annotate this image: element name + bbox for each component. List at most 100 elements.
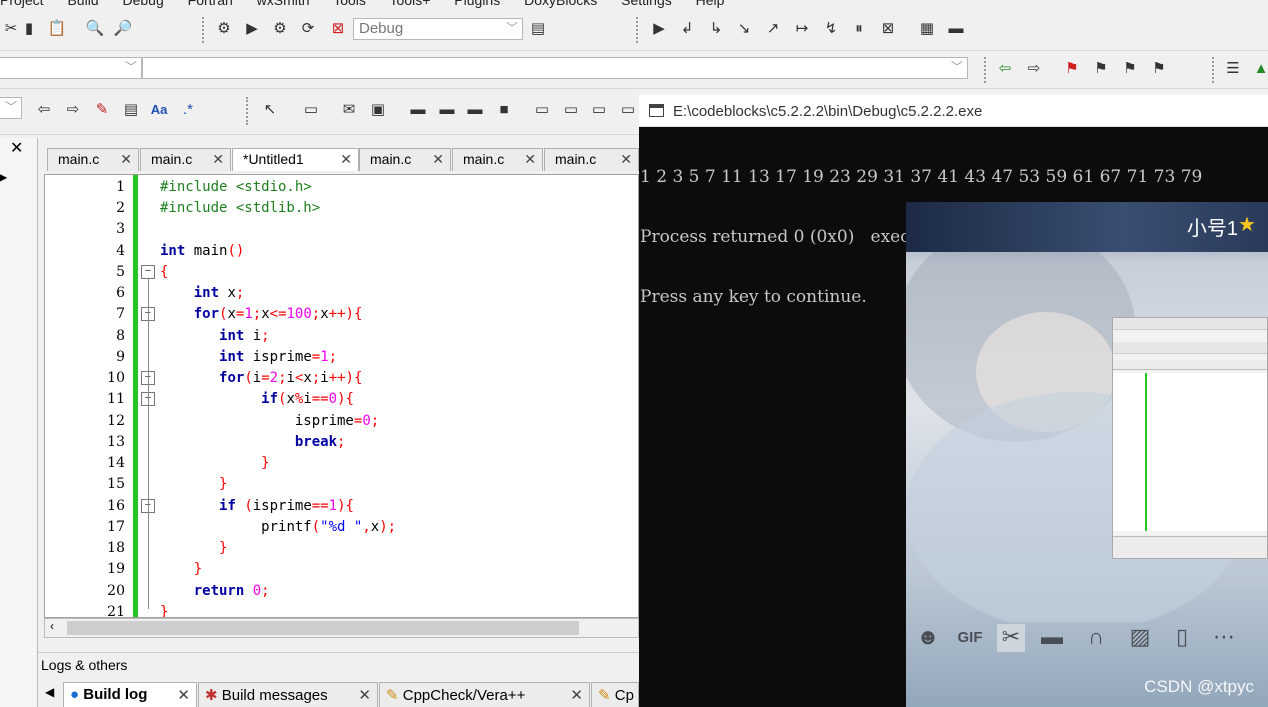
misc-select[interactable]: ﹀ <box>0 97 22 119</box>
tab-main-c-4[interactable]: main.c ✕ <box>452 148 543 171</box>
more-icon[interactable]: ⋯ <box>1210 624 1238 652</box>
tab-build-log[interactable]: ● Build log ✕ <box>63 682 197 707</box>
pause-icon[interactable]: ⏸ <box>848 17 870 39</box>
paste-icon[interactable]: 📋 <box>46 17 68 39</box>
gif-icon[interactable]: GIF <box>956 629 984 657</box>
target-options-icon[interactable]: ▤ <box>527 17 549 39</box>
editor-horizontal-scrollbar[interactable]: ‹ <box>44 618 639 638</box>
scroll-left-icon[interactable]: ‹ <box>50 619 54 633</box>
clear-bookmarks-icon[interactable]: ⚑ <box>1148 57 1170 79</box>
stack-icon[interactable]: ☰ <box>1222 57 1244 79</box>
shape-a-icon[interactable]: ▭ <box>531 98 553 120</box>
menu-tools-plus[interactable]: Tools+ <box>390 0 431 8</box>
block-c-icon[interactable]: ▬ <box>464 98 486 120</box>
plugin-icon[interactable]: ▲ <box>1250 57 1268 79</box>
step-out-icon[interactable]: ↗ <box>762 17 784 39</box>
prev-bookmark-icon[interactable]: ⚑ <box>1090 57 1112 79</box>
scissors-icon[interactable]: ✂ <box>997 624 1025 652</box>
smile-icon[interactable]: ☻ <box>914 624 942 652</box>
fold-marker[interactable]: − <box>141 265 155 279</box>
run-icon[interactable]: ▶ <box>241 17 263 39</box>
back-arrow-icon[interactable]: ⇦ <box>994 57 1016 79</box>
tab-untitled1[interactable]: *Untitled1 ✕ <box>232 148 359 171</box>
close-icon[interactable]: ✕ <box>177 686 190 704</box>
next-instruction-icon[interactable]: ↦ <box>791 17 813 39</box>
tab-cp[interactable]: ✎ Cp <box>591 682 639 707</box>
scrollbar-thumb[interactable] <box>67 621 579 635</box>
rectangle-icon[interactable]: ▭ <box>300 98 322 120</box>
match-case-icon[interactable]: Aa <box>148 98 170 120</box>
image-icon[interactable]: ▨ <box>1126 624 1154 652</box>
highlight-pen-icon[interactable]: ✎ <box>91 98 113 120</box>
menu-doxyblocks[interactable]: DoxyBlocks <box>524 0 597 8</box>
abort-icon[interactable]: ⊠ <box>327 17 349 39</box>
block-a-icon[interactable]: ▬ <box>407 98 429 120</box>
tab-scroll-left-icon[interactable]: ◀ <box>45 685 54 699</box>
toolbar-grip[interactable] <box>984 57 989 83</box>
shape-c-icon[interactable]: ▭ <box>588 98 610 120</box>
close-icon[interactable]: ✕ <box>212 151 224 168</box>
menu-debug[interactable]: Debug <box>123 0 164 8</box>
shape-d-icon[interactable]: ▭ <box>617 98 639 120</box>
console-window-titlebar[interactable]: E:\codeblocks\c5.2.2.2\bin\Debug\c5.2.2.… <box>639 95 1268 127</box>
shape-b-icon[interactable]: ▭ <box>560 98 582 120</box>
close-icon[interactable]: ✕ <box>432 151 444 168</box>
rebuild-icon[interactable]: ⟳ <box>297 17 319 39</box>
pointer-icon[interactable]: ↖ <box>259 98 281 120</box>
select-text-icon[interactable]: ▤ <box>120 98 142 120</box>
debug-run-icon[interactable]: ▶ <box>648 17 670 39</box>
debug-info-icon[interactable]: ▬ <box>945 17 967 39</box>
redo-arrow-icon[interactable]: ⇨ <box>62 98 84 120</box>
menu-settings[interactable]: Settings <box>621 0 672 8</box>
note-icon[interactable]: ▣ <box>367 98 389 120</box>
build-target-select[interactable]: Debug ﹀ <box>353 18 523 40</box>
menu-fortran[interactable]: Fortran <box>188 0 233 8</box>
next-bookmark-icon[interactable]: ⚑ <box>1119 57 1141 79</box>
block-b-icon[interactable]: ▬ <box>436 98 458 120</box>
scope-select[interactable]: ﹀ <box>0 57 142 79</box>
pane-tab-arrow-icon[interactable]: ▶ <box>0 170 7 184</box>
toolbar-grip[interactable] <box>202 17 207 43</box>
menu-tools[interactable]: Tools <box>333 0 366 8</box>
build-gear-icon[interactable]: ⚙ <box>213 17 235 39</box>
regex-icon[interactable]: .* <box>177 98 199 120</box>
close-icon[interactable]: ✕ <box>620 151 632 168</box>
mail-icon[interactable]: ✉ <box>338 98 360 120</box>
code-editor[interactable]: 1 2 3 4 5 6 7 8 9 10 11 12 13 14 15 16 1… <box>44 174 639 618</box>
close-icon[interactable]: ✕ <box>120 151 132 168</box>
close-icon[interactable]: ✕ <box>524 151 536 168</box>
forward-arrow-icon[interactable]: ⇨ <box>1023 57 1045 79</box>
bookmark-flag-icon[interactable]: ⚑ <box>1061 57 1083 79</box>
step-instruction-icon[interactable]: ↯ <box>820 17 842 39</box>
tab-main-c-1[interactable]: main.c ✕ <box>47 148 139 171</box>
tab-cppcheck-vera[interactable]: ✎ CppCheck/Vera++ ✕ <box>379 682 590 707</box>
function-select[interactable]: ﹀ <box>142 57 968 79</box>
copy-icon[interactable]: ▮ <box>18 17 40 39</box>
screenshot-thumbnail[interactable] <box>1112 317 1268 559</box>
run-to-cursor-icon[interactable]: ↲ <box>676 17 698 39</box>
headphones-icon[interactable]: ∩ <box>1082 624 1110 652</box>
screen-icon[interactable]: ▯ <box>1168 624 1196 652</box>
menu-wxsmith[interactable]: wxSmith <box>257 0 310 8</box>
debug-windows-icon[interactable]: ▦ <box>916 17 938 39</box>
toolbar-grip[interactable] <box>636 17 641 43</box>
replace-icon[interactable]: 🔎 <box>112 17 134 39</box>
tab-main-c-5[interactable]: main.c ✕ <box>544 148 639 171</box>
tab-build-messages[interactable]: ✱ Build messages ✕ <box>198 682 378 707</box>
close-icon[interactable]: ✕ <box>570 686 583 704</box>
menu-project[interactable]: Project <box>0 0 44 8</box>
next-line-icon[interactable]: ↳ <box>705 17 727 39</box>
close-icon[interactable]: ✕ <box>340 151 352 168</box>
tab-main-c-3[interactable]: main.c ✕ <box>359 148 451 171</box>
block-d-icon[interactable]: ■ <box>493 98 515 120</box>
build-run-icon[interactable]: ⚙ <box>269 17 291 39</box>
menu-plugins[interactable]: Plugins <box>454 0 500 8</box>
star-icon[interactable]: ★ <box>1238 212 1260 236</box>
toolbar-grip[interactable] <box>246 97 251 125</box>
menu-help[interactable]: Help <box>696 0 725 8</box>
tab-main-c-2[interactable]: main.c ✕ <box>140 148 231 171</box>
step-into-icon[interactable]: ↘ <box>733 17 755 39</box>
find-icon[interactable]: 🔍 <box>84 17 106 39</box>
menu-build[interactable]: Build <box>67 0 98 8</box>
close-icon[interactable]: ✕ <box>358 686 371 704</box>
